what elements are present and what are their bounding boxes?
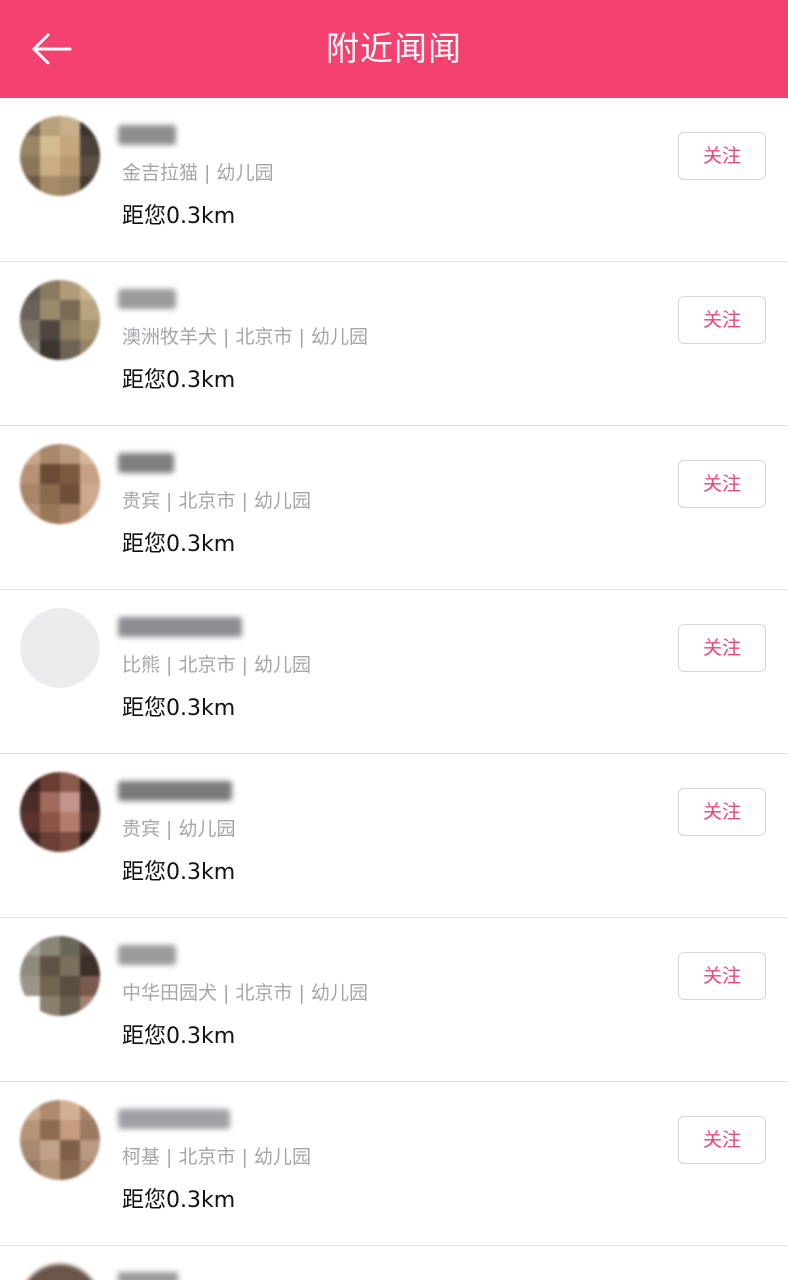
avatar[interactable]	[20, 772, 100, 852]
list-item[interactable]: 金吉拉猫 | 幼儿园 距您0.3km 关注	[0, 98, 788, 262]
list-item[interactable]: 贵宾 | 北京市 | 幼儿园 距您0.3km 关注	[0, 426, 788, 590]
username-blurred	[118, 617, 242, 637]
username-blurred	[118, 125, 176, 145]
follow-button[interactable]: 关注	[678, 296, 766, 344]
username-blurred	[118, 289, 176, 309]
list-item[interactable]	[0, 1246, 788, 1280]
username-blurred	[118, 781, 232, 801]
list-item[interactable]: 中华田园犬 | 北京市 | 幼儿园 距您0.3km 关注	[0, 918, 788, 1082]
follow-button[interactable]: 关注	[678, 952, 766, 1000]
follow-button[interactable]: 关注	[678, 460, 766, 508]
pet-tags: 贵宾 | 北京市 | 幼儿园	[122, 490, 311, 512]
distance-label: 距您0.3km	[122, 532, 236, 557]
avatar[interactable]	[20, 444, 100, 524]
avatar[interactable]	[20, 1264, 100, 1280]
username-blurred	[118, 945, 176, 965]
avatar[interactable]	[20, 280, 100, 360]
avatar[interactable]	[20, 116, 100, 196]
pet-tags: 金吉拉猫 | 幼儿园	[122, 162, 274, 184]
follow-button[interactable]: 关注	[678, 132, 766, 180]
follow-button[interactable]: 关注	[678, 1116, 766, 1164]
avatar[interactable]	[20, 1100, 100, 1180]
username-blurred	[118, 1109, 230, 1129]
top-bar: 附近闻闻	[0, 0, 788, 98]
list-item[interactable]: 柯基 | 北京市 | 幼儿园 距您0.3km 关注	[0, 1082, 788, 1246]
distance-label: 距您0.3km	[122, 1024, 236, 1049]
avatar[interactable]	[20, 936, 100, 1016]
distance-label: 距您0.3km	[122, 368, 236, 393]
distance-label: 距您0.3km	[122, 860, 236, 885]
list-item[interactable]: 比熊 | 北京市 | 幼儿园 距您0.3km 关注	[0, 590, 788, 754]
distance-label: 距您0.3km	[122, 696, 236, 721]
pet-tags: 贵宾 | 幼儿园	[122, 818, 236, 840]
distance-label: 距您0.3km	[122, 204, 236, 229]
pet-tags: 比熊 | 北京市 | 幼儿园	[122, 654, 311, 676]
pet-tags: 中华田园犬 | 北京市 | 幼儿园	[122, 982, 368, 1004]
list-item[interactable]: 澳洲牧羊犬 | 北京市 | 幼儿园 距您0.3km 关注	[0, 262, 788, 426]
pet-tags: 澳洲牧羊犬 | 北京市 | 幼儿园	[122, 326, 368, 348]
list-item[interactable]: 贵宾 | 幼儿园 距您0.3km 关注	[0, 754, 788, 918]
username-blurred	[118, 453, 174, 473]
app-screen: 附近闻闻 金吉拉猫 | 幼儿园 距您0.3km 关注 澳洲牧羊犬 | 北京市 |…	[0, 0, 788, 1280]
follow-button[interactable]: 关注	[678, 788, 766, 836]
avatar[interactable]	[20, 608, 100, 688]
follow-button[interactable]: 关注	[678, 624, 766, 672]
nearby-user-list: 金吉拉猫 | 幼儿园 距您0.3km 关注 澳洲牧羊犬 | 北京市 | 幼儿园 …	[0, 98, 788, 1280]
pet-tags: 柯基 | 北京市 | 幼儿园	[122, 1146, 311, 1168]
username-blurred	[118, 1272, 178, 1280]
page-title: 附近闻闻	[326, 29, 462, 68]
distance-label: 距您0.3km	[122, 1188, 236, 1213]
